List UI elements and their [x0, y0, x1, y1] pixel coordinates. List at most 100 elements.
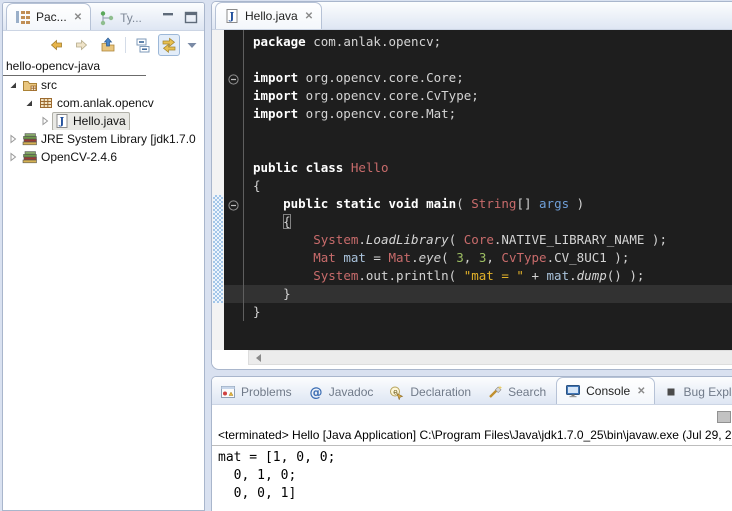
- console-output-line: 0, 1, 0;: [218, 467, 732, 485]
- console-toolbar: [212, 405, 732, 426]
- editor-panel: J Hello.java ✕ package com.anlak.opencv;…: [211, 1, 732, 370]
- tree-item-jre-system-library-jdk1-7-0[interactable]: JRE System Library [jdk1.7.0: [3, 130, 204, 148]
- code-line-14: System.out.println( "mat = " + mat.dump(…: [253, 267, 732, 285]
- source-folder-icon: [22, 77, 38, 93]
- toolbar-separator: [125, 37, 126, 53]
- code-line-13: Mat mat = Mat.eye( 3, 3, CvType.CV_8UC1 …: [253, 249, 732, 267]
- left-panel-tabbar: Pac... ✕ Ty...: [3, 3, 204, 31]
- scrollbar-track[interactable]: [248, 350, 732, 365]
- tree-item-content: OpenCV-2.4.6: [20, 148, 121, 166]
- tab-javadoc[interactable]: @Javadoc: [300, 380, 382, 404]
- library-icon: [22, 149, 38, 165]
- java-file-icon: J: [224, 8, 240, 24]
- tab-label: Bug Explorer: [684, 385, 732, 399]
- maximize-button[interactable]: [183, 10, 198, 24]
- tab-bug-explorer[interactable]: Bug Explorer: [655, 380, 732, 404]
- console-toolbar-button[interactable]: [717, 411, 731, 423]
- type-hierarchy-icon: [99, 10, 115, 26]
- tree-item-src[interactable]: src: [3, 76, 204, 94]
- tree-item-label: OpenCV-2.4.6: [41, 150, 117, 164]
- code-line-3: import org.opencv.core.Core;: [253, 69, 732, 87]
- console-status-line: <terminated> Hello [Java Application] C:…: [212, 426, 732, 446]
- code-line-12: System.LoadLibrary( Core.NATIVE_LIBRARY_…: [253, 231, 732, 249]
- tab-label: Declaration: [410, 385, 471, 399]
- tree-item-content: src: [20, 76, 61, 94]
- editor-tab-label: Hello.java: [245, 9, 298, 23]
- code-line-6: [253, 123, 732, 141]
- editor-tabbar: J Hello.java ✕: [212, 2, 732, 30]
- console-output-line: 0, 0, 1]: [218, 485, 732, 503]
- problems-icon: [220, 384, 236, 400]
- svg-text:@: @: [309, 386, 322, 401]
- method-range-indicator: [213, 195, 223, 303]
- link-with-editor-button[interactable]: [158, 34, 180, 56]
- tab-declaration[interactable]: e Declaration: [381, 380, 479, 404]
- package-explorer-toolbar: [3, 31, 204, 58]
- tab-package-explorer[interactable]: Pac... ✕: [6, 3, 91, 30]
- close-icon[interactable]: ✕: [305, 11, 313, 22]
- code-area[interactable]: package com.anlak.opencv; import org.open…: [243, 30, 732, 321]
- tree-item-label: JRE System Library [jdk1.7.0: [41, 132, 196, 146]
- package-tree: hello-opencv-java src com.anlak.opencvJHel…: [3, 58, 204, 166]
- code-line-8: public class Hello: [253, 159, 732, 177]
- tab-hello-java[interactable]: J Hello.java ✕: [215, 2, 322, 29]
- back-icon: [48, 37, 64, 53]
- eclipse-workbench: Pac... ✕ Ty... hello-opencv-java src com.a…: [0, 0, 732, 511]
- tree-collapsed-arrow-icon[interactable]: [5, 132, 20, 147]
- code-line-1: package com.anlak.opencv;: [253, 33, 732, 51]
- link-with-editor-icon: [161, 37, 177, 53]
- view-menu-button[interactable]: [184, 34, 200, 56]
- console-output: mat = [1, 0, 0; 0, 1, 0; 0, 0, 1]: [212, 446, 732, 503]
- back-button[interactable]: [45, 34, 67, 56]
- tree-item-hello-java[interactable]: JHello.java: [3, 112, 204, 130]
- tab-label: Console: [586, 384, 630, 398]
- forward-button[interactable]: [71, 34, 93, 56]
- editor-body: package com.anlak.opencv; import org.open…: [212, 30, 732, 350]
- tree-item-label: Hello.java: [73, 114, 126, 128]
- code-line-7: [253, 141, 732, 159]
- code-line-10: public static void main( String[] args ): [253, 195, 732, 213]
- collapse-all-button[interactable]: [132, 34, 154, 56]
- minimize-button[interactable]: [161, 10, 176, 24]
- java-file-icon: J: [54, 113, 70, 129]
- tab-label: Problems: [241, 385, 292, 399]
- tree-item-hello-opencv-java[interactable]: hello-opencv-java: [3, 58, 204, 76]
- tab-label: Ty...: [120, 11, 142, 25]
- forward-icon: [74, 37, 90, 53]
- tree-item-com-anlak-opencv[interactable]: com.anlak.opencv: [3, 94, 204, 112]
- tab-search[interactable]: Search: [479, 380, 554, 404]
- library-icon: [22, 131, 38, 147]
- tab-type-hierarchy[interactable]: Ty...: [91, 6, 150, 30]
- tree-expanded-arrow-icon[interactable]: [21, 96, 36, 111]
- tree-collapsed-arrow-icon[interactable]: [5, 150, 20, 165]
- javadoc-icon: @: [308, 384, 324, 400]
- view-menu-icon: [184, 37, 200, 53]
- code-line-4: import org.opencv.core.CvType;: [253, 87, 732, 105]
- close-icon[interactable]: ✕: [74, 12, 82, 23]
- code-viewport[interactable]: package com.anlak.opencv; import org.open…: [224, 30, 732, 350]
- fold-collapse-icon[interactable]: [228, 72, 239, 83]
- package-icon: [38, 95, 54, 111]
- tree-item-content: JHello.java: [52, 112, 130, 130]
- tree-collapsed-arrow-icon[interactable]: [37, 114, 52, 129]
- up-button[interactable]: [97, 34, 119, 56]
- editor-horizontal-scrollbar[interactable]: [212, 350, 732, 365]
- tree-expanded-arrow-icon[interactable]: [5, 78, 20, 93]
- tree-item-label: src: [41, 78, 57, 92]
- console-panel: Problems@JavadoceDeclarationSearchConsol…: [211, 376, 732, 511]
- tab-problems[interactable]: Problems: [212, 380, 300, 404]
- package-explorer-panel: Pac... ✕ Ty... hello-opencv-java src com.a…: [2, 2, 205, 511]
- package-explorer-icon: [15, 9, 31, 25]
- tree-item-opencv-2-4-6[interactable]: OpenCV-2.4.6: [3, 148, 204, 166]
- close-icon[interactable]: ✕: [637, 386, 645, 397]
- tab-console[interactable]: Console ✕: [556, 377, 654, 404]
- code-line-16: }: [253, 303, 732, 321]
- tab-label: Pac...: [36, 10, 67, 24]
- tree-item-content: JRE System Library [jdk1.7.0: [20, 130, 200, 148]
- fold-collapse-icon[interactable]: [228, 198, 239, 209]
- code-line-9: {: [253, 177, 732, 195]
- code-line-5: import org.opencv.core.Mat;: [253, 105, 732, 123]
- declaration-icon: e: [389, 384, 405, 400]
- scroll-left-arrow-icon[interactable]: [252, 354, 261, 362]
- code-line-15: }: [253, 285, 732, 303]
